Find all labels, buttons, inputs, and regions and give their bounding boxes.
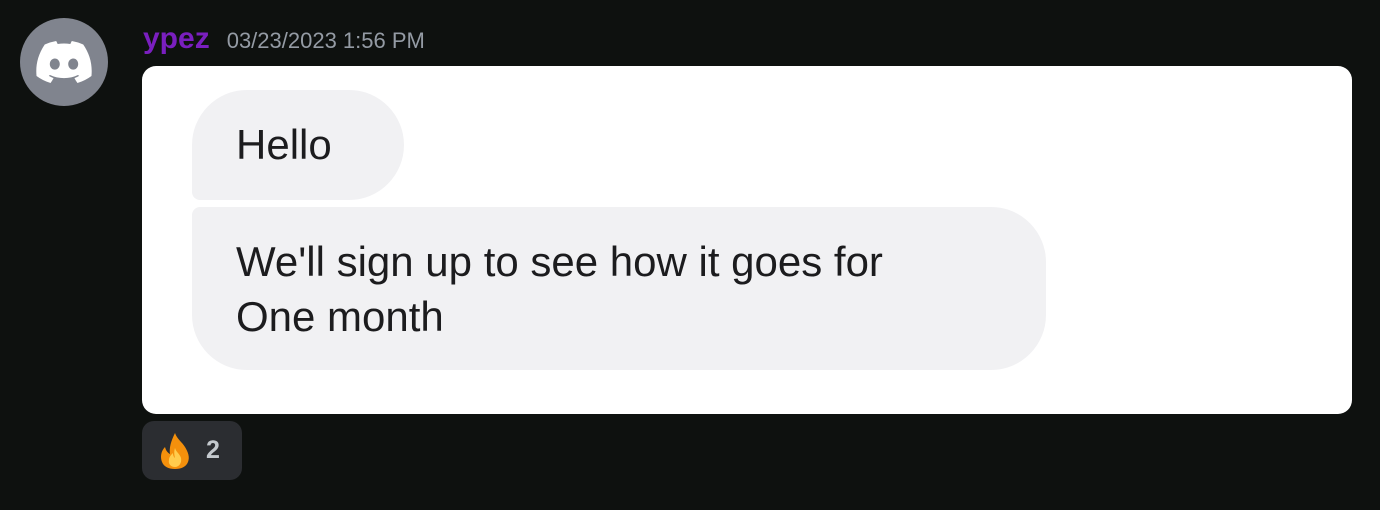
image-attachment[interactable]: Hello We'll sign up to see how it goes f… [142, 66, 1352, 414]
chat-bubble: We'll sign up to see how it goes for One… [192, 207, 1046, 370]
reaction-count: 2 [206, 436, 220, 464]
chat-bubble: Hello [192, 90, 404, 200]
fire-emoji-icon [161, 432, 189, 469]
bubble-text-line: One month [236, 293, 444, 340]
message-timestamp: 03/23/2023 1:56 PM [226, 28, 425, 53]
author-username[interactable]: ypez [143, 22, 210, 56]
discord-logo-icon [36, 41, 92, 83]
message-header: ypez 03/23/2023 1:56 PM [143, 22, 425, 62]
bubble-text-line: Hello [236, 121, 332, 168]
chat-message: ypez 03/23/2023 1:56 PM Hello We'll sign… [0, 0, 1380, 510]
author-avatar[interactable] [20, 18, 108, 106]
reaction-button[interactable]: 2 [142, 421, 242, 480]
bubble-text-line: We'll sign up to see how it goes for [236, 238, 883, 285]
